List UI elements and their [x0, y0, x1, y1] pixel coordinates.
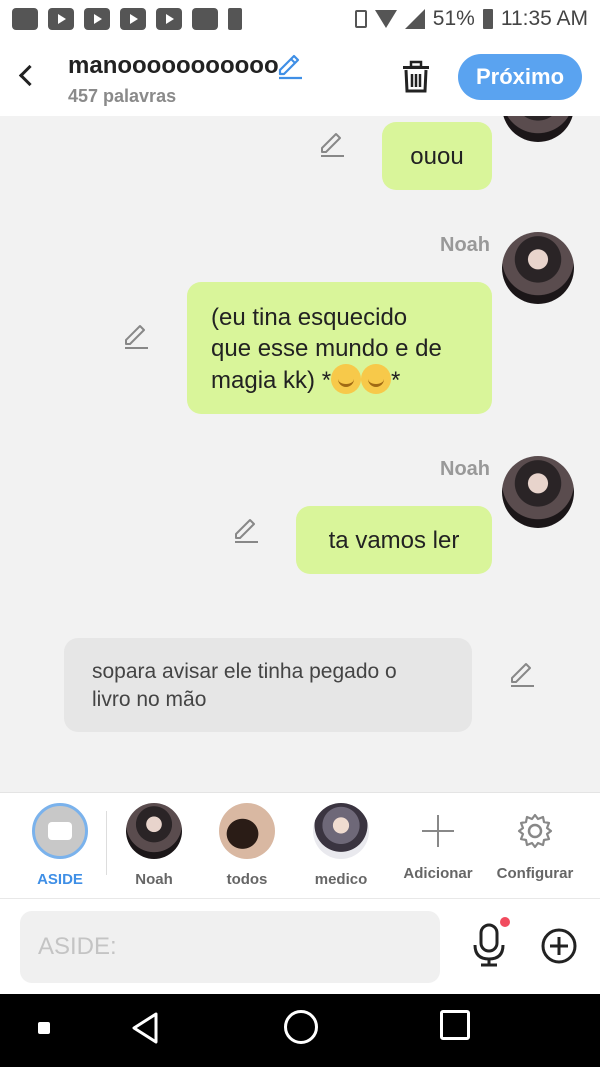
app-notification-icon — [192, 8, 218, 30]
character-label: Noah — [135, 871, 173, 888]
edit-message-icon[interactable] — [232, 516, 260, 544]
character-label: ASIDE — [37, 871, 83, 888]
noah-avatar[interactable] — [502, 456, 574, 528]
battery-saver-icon — [228, 8, 242, 30]
add-circle-icon[interactable] — [540, 927, 578, 965]
back-arrow-icon[interactable] — [14, 60, 42, 92]
wifi-icon — [374, 10, 397, 28]
message-line: magia kk) * — [211, 367, 332, 394]
system-nav-bar — [0, 994, 600, 1067]
character-todos[interactable]: todos — [207, 803, 287, 888]
edit-title-icon[interactable] — [276, 52, 304, 80]
edit-message-icon[interactable] — [122, 322, 150, 350]
character-noah[interactable]: Noah — [114, 803, 194, 888]
app-notification-icon — [12, 8, 38, 30]
configure-button[interactable]: Configurar — [488, 803, 582, 882]
character-label: todos — [226, 871, 268, 888]
smile-emoji-icon — [331, 364, 362, 394]
message-text: ta vamos ler — [328, 526, 460, 554]
aside-message-line: livro no mão — [92, 688, 207, 711]
message-line: que esse mundo e de — [211, 335, 442, 362]
chat-area[interactable]: ouou Noah (eu tina esquecido que esse mu… — [0, 116, 600, 792]
trash-icon[interactable] — [400, 60, 432, 94]
vibrate-icon — [354, 10, 367, 28]
youtube-icon — [120, 8, 146, 30]
youtube-icon — [84, 8, 110, 30]
todos-avatar — [219, 803, 275, 859]
medico-avatar — [313, 803, 369, 859]
gear-icon — [517, 813, 553, 849]
microphone-icon[interactable] — [470, 923, 508, 967]
notification-icons — [12, 8, 242, 30]
character-label: Adicionar — [403, 865, 473, 882]
youtube-icon — [48, 8, 74, 30]
edit-message-icon[interactable] — [508, 660, 536, 688]
nav-back-icon[interactable] — [128, 1010, 164, 1046]
composer — [0, 898, 600, 994]
header: manooooooooooo 457 palavras Próximo — [0, 40, 600, 116]
message-text: ouou — [410, 142, 464, 170]
nav-recents-icon[interactable] — [440, 1010, 470, 1040]
edit-message-icon[interactable] — [318, 130, 346, 158]
character-label: medico — [314, 871, 368, 888]
message-input[interactable] — [20, 911, 440, 983]
clock: 11:35 AM — [500, 7, 588, 30]
status-bar: 51% 11:35 AM — [0, 0, 600, 40]
character-aside[interactable]: ASIDE — [20, 803, 100, 888]
word-count: 457 palavras — [68, 86, 177, 106]
character-label: Configurar — [496, 865, 574, 882]
plus-icon — [418, 811, 458, 851]
speaker-name: Noah — [440, 458, 490, 480]
aside-message-bubble[interactable]: sopara avisar ele tinha pegado o livro n… — [64, 638, 472, 732]
message-bubble[interactable]: ouou — [382, 122, 492, 190]
system-icons: 51% 11:35 AM — [354, 7, 588, 31]
message-bubble[interactable]: (eu tina esquecido que esse mundo e de m… — [187, 282, 492, 414]
character-medico[interactable]: medico — [301, 803, 381, 888]
battery-percent: 51% — [432, 7, 475, 30]
noah-avatar[interactable] — [502, 232, 574, 304]
story-title[interactable]: manooooooooooo — [68, 52, 279, 80]
aside-avatar — [32, 803, 88, 859]
character-selector: ASIDE Noah todos medico Adicionar Config… — [0, 792, 600, 898]
battery-icon — [482, 9, 493, 29]
aside-message-line: sopara avisar ele tinha pegado o — [92, 660, 397, 683]
noah-avatar[interactable] — [502, 116, 574, 142]
message-suffix: * — [391, 367, 401, 394]
noah-avatar — [126, 803, 182, 859]
notification-dot — [500, 917, 510, 927]
smile-emoji-icon — [361, 364, 392, 394]
message-line: (eu tina esquecido — [211, 304, 408, 331]
speaker-name: Noah — [440, 234, 490, 256]
nav-home-icon[interactable] — [284, 1010, 318, 1044]
divider — [106, 811, 107, 875]
youtube-icon — [156, 8, 182, 30]
next-button[interactable]: Próximo — [458, 54, 582, 100]
signal-icon — [404, 9, 425, 29]
nav-menu-icon[interactable] — [38, 1022, 50, 1034]
add-character-button[interactable]: Adicionar — [398, 803, 478, 882]
message-bubble[interactable]: ta vamos ler — [296, 506, 492, 574]
chat-bubble-icon — [48, 822, 72, 840]
